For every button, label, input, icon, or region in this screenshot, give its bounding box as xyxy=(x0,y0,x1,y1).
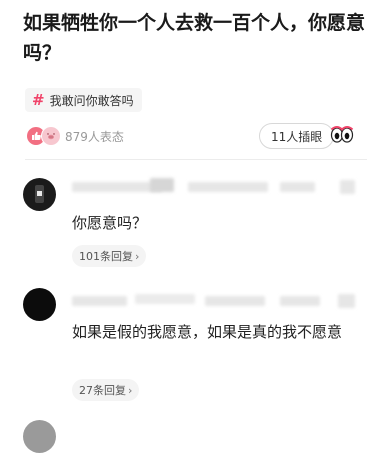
username-redacted xyxy=(72,182,162,192)
reaction-summary[interactable]: 879人表态 xyxy=(26,126,124,146)
reply-count: 101条回复 xyxy=(79,250,133,263)
view-replies-button[interactable]: 101条回复 › xyxy=(72,245,147,267)
eyes-icon[interactable] xyxy=(330,125,354,143)
meta-redacted xyxy=(188,182,268,192)
reaction-count: 879人表态 xyxy=(65,129,124,144)
view-replies-button[interactable]: 27条回复 › xyxy=(72,379,140,401)
meta-redacted xyxy=(280,182,315,192)
meta-redacted xyxy=(280,296,320,306)
topic-tag[interactable]: # 我敢问你敢答吗 xyxy=(25,88,142,112)
username-redacted xyxy=(150,178,174,192)
chevron-right-icon: › xyxy=(128,383,133,397)
comment-text: 如果是假的我愿意，如果是真的我不愿意 xyxy=(72,323,343,341)
chevron-right-icon: › xyxy=(135,249,140,263)
avatar[interactable] xyxy=(23,420,56,453)
topic-label: 我敢问你敢答吗 xyxy=(49,93,134,108)
meta-redacted xyxy=(338,294,355,308)
stats-row: 879人表态 11人插眼 xyxy=(26,122,356,149)
username-redacted xyxy=(72,296,127,306)
hash-icon: # xyxy=(32,91,45,109)
comment-text: 你愿意吗？ xyxy=(72,214,148,232)
meta-redacted xyxy=(340,180,355,194)
meta-redacted xyxy=(205,296,265,306)
avatar[interactable] xyxy=(23,288,56,321)
insert-eye-button[interactable]: 11人插眼 xyxy=(259,123,335,149)
avatar[interactable] xyxy=(23,178,56,211)
reply-count: 27条回复 xyxy=(79,384,126,397)
pig-face-icon xyxy=(41,126,61,146)
post-title: 如果牺牲你一个人去救一百个人，你愿意吗？ xyxy=(23,12,366,64)
divider xyxy=(25,159,367,160)
username-redacted xyxy=(135,294,195,304)
